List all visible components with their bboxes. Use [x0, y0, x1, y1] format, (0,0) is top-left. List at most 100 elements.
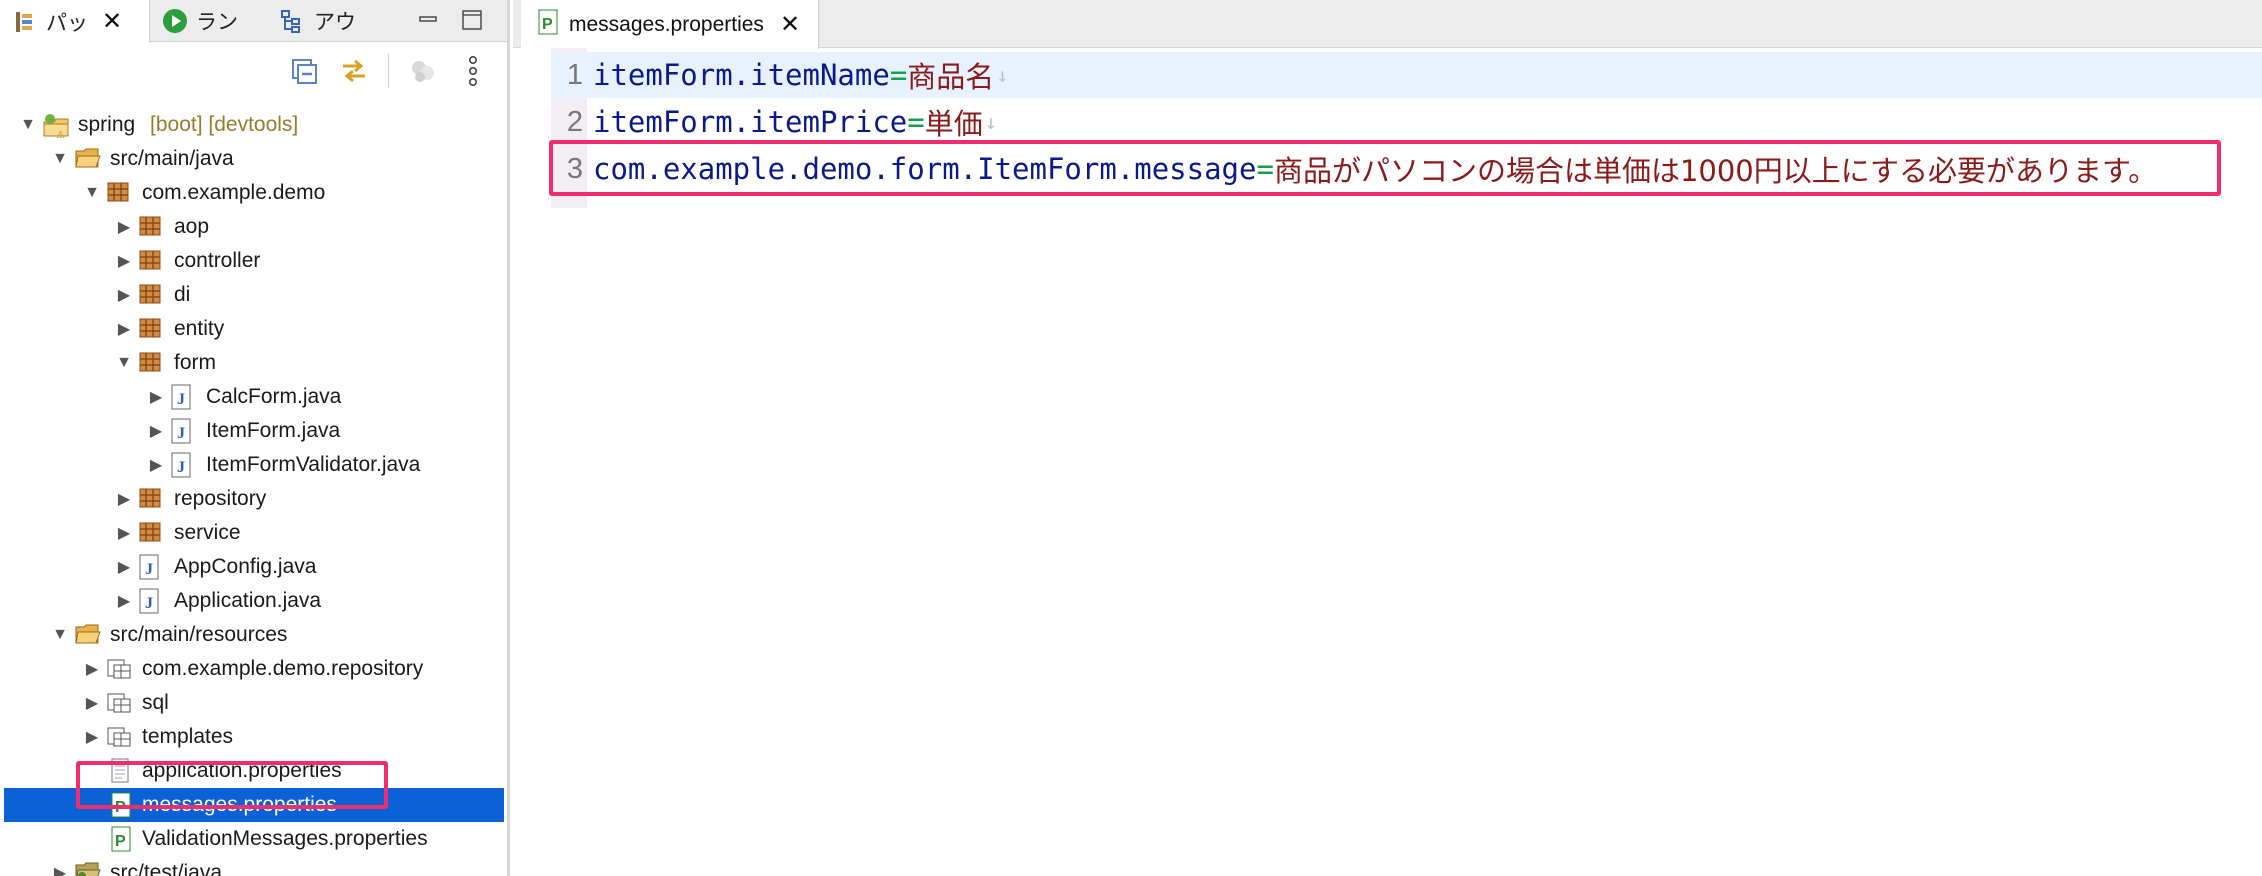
link-with-editor-icon[interactable] [338, 55, 370, 87]
collapsed-arrow-icon[interactable]: ▶ [114, 251, 134, 271]
tree-item-label: ItemFormValidator.java [206, 453, 421, 476]
collapsed-arrow-icon[interactable]: ▶ [114, 591, 134, 611]
tree-item-file-calcform[interactable]: ▶ J CalcForm.java [4, 380, 504, 414]
tree-item-package-aop[interactable]: ▶ aop [4, 210, 504, 244]
svg-text:J: J [177, 391, 185, 408]
tab-package-explorer[interactable]: パッ ✕ [0, 0, 150, 43]
line-break-marker: ↓ [996, 63, 1009, 87]
maximize-button[interactable] [458, 6, 486, 34]
tab-messages-properties[interactable]: P messages.properties ✕ [521, 0, 820, 49]
collapsed-arrow-icon[interactable]: ▶ [146, 455, 166, 475]
collapsed-arrow-icon[interactable]: ▶ [114, 489, 134, 509]
package-icon [138, 282, 164, 308]
svg-text:J: J [177, 459, 185, 476]
tree-item-label: aop [174, 215, 210, 238]
tree-item-folder-templates[interactable]: ▶ templates [4, 720, 504, 754]
editor-tab-bar: P messages.properties ✕ [513, 0, 2262, 49]
package-icon [138, 486, 164, 512]
view-menu-icon[interactable] [457, 55, 489, 87]
tree-item-label: ValidationMessages.properties [142, 827, 428, 850]
collapse-all-icon[interactable] [288, 55, 320, 87]
code-line[interactable]: 1 itemForm.itemName = 商品名 ↓ [551, 52, 2262, 98]
properties-file-icon: P [537, 9, 559, 41]
tree-item-file-itemform[interactable]: ▶ J ItemForm.java [4, 414, 504, 448]
package-icon [138, 520, 164, 546]
tree-item-label: Application.java [174, 589, 322, 612]
package-icon [138, 248, 164, 274]
tree-item-label: sql [142, 691, 169, 714]
run-icon [162, 8, 188, 34]
tree-item-package-di[interactable]: ▶ di [4, 278, 504, 312]
collapsed-arrow-icon[interactable]: ▶ [114, 217, 134, 237]
expanded-arrow-icon[interactable]: ▼ [114, 353, 134, 373]
collapsed-arrow-icon[interactable]: ▶ [146, 387, 166, 407]
collapsed-arrow-icon[interactable]: ▶ [114, 557, 134, 577]
tree-item-file-itemformvalidator[interactable]: ▶ J ItemFormValidator.java [4, 448, 504, 482]
highlight-box [76, 761, 388, 809]
expanded-arrow-icon[interactable]: ▼ [18, 115, 38, 135]
tree-item-package-controller[interactable]: ▶ controller [4, 244, 504, 278]
expanded-arrow-icon[interactable]: ▼ [50, 149, 70, 169]
tree-item-folder-sql[interactable]: ▶ sql [4, 686, 504, 720]
svg-text:J: J [145, 595, 153, 612]
collapsed-arrow-icon[interactable]: ▶ [114, 523, 134, 543]
collapsed-arrow-icon[interactable]: ▶ [114, 319, 134, 339]
editor-area: P messages.properties ✕ 1 itemForm.itemN… [513, 0, 2262, 876]
tree-item-project[interactable]: ▼ ⚠ spring [boot] [devtools] [4, 108, 504, 142]
tree-item-label: form [174, 351, 216, 374]
svg-text:⚠: ⚠ [56, 130, 65, 140]
tab-run[interactable]: ラン [162, 0, 238, 42]
tree-item-package-form[interactable]: ▼ form [4, 346, 504, 380]
tree-item-file-validation-messages[interactable]: P ValidationMessages.properties [4, 822, 504, 856]
package-icon [138, 214, 164, 240]
expanded-arrow-icon[interactable]: ▼ [82, 183, 102, 203]
java-file-icon: J [138, 554, 164, 580]
java-file-icon: J [170, 418, 196, 444]
collapsed-arrow-icon[interactable]: ▶ [50, 863, 70, 876]
minimize-button[interactable] [414, 6, 442, 34]
collapsed-arrow-icon[interactable]: ▶ [82, 659, 102, 679]
tree-item-src-main-resources[interactable]: ▼ src/main/resources [4, 618, 504, 652]
tab-outline[interactable]: アウ [280, 0, 356, 42]
source-folder-icon [74, 860, 101, 876]
package-icon [106, 180, 132, 206]
expanded-arrow-icon[interactable]: ▼ [50, 625, 70, 645]
collapsed-arrow-icon[interactable]: ▶ [82, 727, 102, 747]
tree-item-label: src/main/resources [110, 623, 288, 646]
editor-tab-label: messages.properties [569, 12, 764, 36]
maximize-icon [462, 10, 482, 30]
filter-icon[interactable] [407, 55, 439, 87]
package-icon [138, 316, 164, 342]
folder-package-icon [106, 656, 132, 682]
line-number: 2 [566, 105, 583, 138]
close-icon[interactable]: ✕ [780, 10, 800, 39]
package-explorer-panel: パッ ✕ ラン アウ ▼ ⚠ spring [boot] [devtools] … [0, 0, 510, 876]
package-icon [138, 350, 164, 376]
tree-item-folder-repository[interactable]: ▶ com.example.demo.repository [4, 652, 504, 686]
code-editor[interactable]: 1 itemForm.itemName = 商品名 ↓ 2 itemForm.item… [513, 48, 2262, 876]
tree-item-package-repository[interactable]: ▶ repository [4, 482, 504, 516]
view-tab-bar: パッ ✕ ラン アウ [0, 0, 507, 43]
close-icon[interactable]: ✕ [102, 7, 122, 36]
java-file-icon: J [170, 384, 196, 410]
tab-package-explorer-label: パッ [46, 11, 88, 35]
code-line[interactable]: 2 itemForm.itemPrice = 単価 ↓ [551, 99, 2262, 145]
tree-item-file-appconfig[interactable]: ▶ J AppConfig.java [4, 550, 504, 584]
tree-item-package-entity[interactable]: ▶ entity [4, 312, 504, 346]
tree-item-package-demo[interactable]: ▼ com.example.demo [4, 176, 504, 210]
tree-item-src-main-java[interactable]: ▼ src/main/java [4, 142, 504, 176]
java-file-icon: J [138, 588, 164, 614]
tree-item-package-service[interactable]: ▶ service [4, 516, 504, 550]
highlight-box [549, 140, 2221, 196]
tree-item-src-test-java[interactable]: ▶ src/test/java [4, 856, 504, 876]
svg-text:P: P [115, 833, 126, 850]
line-break-marker: ↓ [984, 110, 997, 134]
collapsed-arrow-icon[interactable]: ▶ [114, 285, 134, 305]
collapsed-arrow-icon[interactable]: ▶ [146, 421, 166, 441]
collapsed-arrow-icon[interactable]: ▶ [82, 693, 102, 713]
tree-item-file-application[interactable]: ▶ J Application.java [4, 584, 504, 618]
tree-item-label: com.example.demo [142, 181, 326, 204]
tree-item-label: com.example.demo.repository [142, 657, 424, 680]
folder-package-icon [106, 690, 132, 716]
tab-outline-label: アウ [314, 11, 356, 34]
